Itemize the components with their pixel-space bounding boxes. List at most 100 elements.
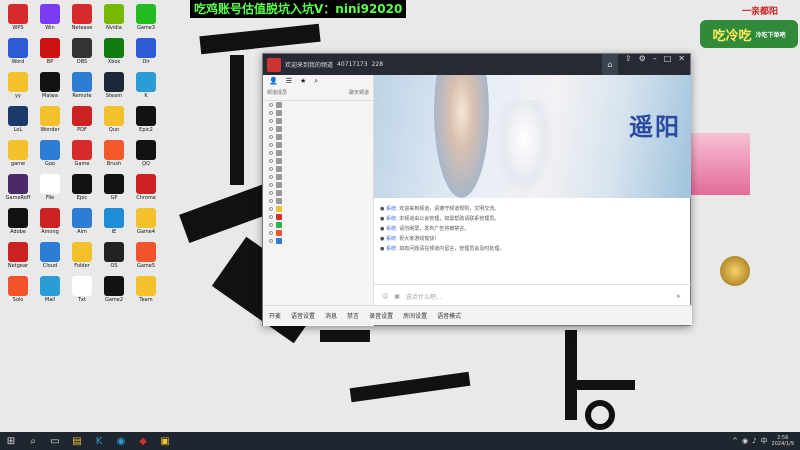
desktop-icon[interactable]: Goo: [34, 140, 66, 167]
desktop-icon[interactable]: OS: [98, 242, 130, 269]
send-icon[interactable]: ➤: [676, 293, 691, 300]
member-row[interactable]: [263, 181, 373, 189]
message-sender[interactable]: 系统:: [386, 206, 398, 212]
member-row[interactable]: [263, 149, 373, 157]
statusbar-item[interactable]: 语音模式: [437, 311, 461, 320]
desktop-icon[interactable]: Wonder: [34, 106, 66, 133]
desktop-icon[interactable]: Adobe: [2, 208, 34, 235]
desktop-icon[interactable]: Nvidia: [98, 4, 130, 31]
desktop-icon[interactable]: Game5: [130, 242, 162, 269]
member-row[interactable]: [263, 133, 373, 141]
desktop-icon[interactable]: LoL: [2, 106, 34, 133]
desktop-icon[interactable]: Solo: [2, 276, 34, 303]
search-icon[interactable]: ⌕: [24, 434, 42, 448]
member-row[interactable]: [263, 101, 373, 109]
minimize-button[interactable]: –: [653, 54, 657, 75]
desktop-icon[interactable]: Brush: [98, 140, 130, 167]
desktop-icon[interactable]: Game2: [98, 276, 130, 303]
desktop-icon[interactable]: Dir: [130, 38, 162, 65]
statusbar-item[interactable]: 录音设置: [369, 311, 393, 320]
desktop-icon[interactable]: Mail: [34, 276, 66, 303]
settings-button[interactable]: ⚙: [639, 54, 646, 75]
share-button[interactable]: ⇪: [625, 54, 632, 75]
statusbar-item[interactable]: 消息: [325, 311, 337, 320]
message-sender[interactable]: 系统:: [386, 216, 398, 222]
member-row[interactable]: [263, 229, 373, 237]
member-row[interactable]: [263, 125, 373, 133]
network-icon[interactable]: ◉: [742, 437, 748, 445]
statusbar-item[interactable]: 禁言: [347, 311, 359, 320]
maximize-button[interactable]: □: [664, 54, 672, 75]
desktop-icon[interactable]: Epic: [66, 174, 98, 201]
desktop-icon[interactable]: game: [2, 140, 34, 167]
home-button[interactable]: ⌂: [601, 54, 618, 75]
member-row[interactable]: [263, 117, 373, 125]
app-red-icon[interactable]: ◆: [134, 434, 152, 448]
member-row[interactable]: [263, 213, 373, 221]
emoji-icon[interactable]: ☺: [382, 293, 388, 300]
desktop-icon[interactable]: IE: [98, 208, 130, 235]
desktop-icon[interactable]: BP: [34, 38, 66, 65]
message-sender[interactable]: 系统:: [386, 236, 398, 242]
desktop-icon[interactable]: Xbox: [98, 38, 130, 65]
desktop-icon[interactable]: GameRoff: [2, 174, 34, 201]
desktop-icon[interactable]: GP: [98, 174, 130, 201]
chat-icon[interactable]: ☰: [286, 77, 292, 87]
desktop-icon[interactable]: Chrome: [130, 174, 162, 201]
app-bili-icon[interactable]: ▣: [156, 434, 174, 448]
desktop-icon[interactable]: Game: [66, 140, 98, 167]
member-row[interactable]: [263, 173, 373, 181]
desktop-icon[interactable]: WPS: [2, 4, 34, 31]
image-icon[interactable]: ▣: [394, 293, 400, 300]
desktop-icon[interactable]: OBS: [66, 38, 98, 65]
compose-input[interactable]: 说点什么吧...: [406, 292, 442, 301]
desktop-icon[interactable]: Qun: [98, 106, 130, 133]
member-row[interactable]: [263, 197, 373, 205]
statusbar-item[interactable]: 开麦: [269, 311, 281, 320]
member-row[interactable]: [263, 141, 373, 149]
star-icon[interactable]: ★: [300, 77, 306, 87]
user-icon[interactable]: 👤: [269, 77, 278, 87]
desktop-icon[interactable]: PDF: [66, 106, 98, 133]
app-k-icon[interactable]: K: [90, 434, 108, 448]
close-button[interactable]: ✕: [678, 54, 685, 75]
statusbar-item[interactable]: 房间设置: [403, 311, 427, 320]
member-row[interactable]: [263, 205, 373, 213]
desktop-icon[interactable]: File: [34, 174, 66, 201]
task-view-icon[interactable]: ▭: [46, 434, 64, 448]
explorer-icon[interactable]: ▤: [68, 434, 86, 448]
desktop-icon[interactable]: Malwa: [34, 72, 66, 99]
desktop-icon[interactable]: K: [130, 72, 162, 99]
desktop-icon[interactable]: Game4: [130, 208, 162, 235]
desktop-icon[interactable]: Netgear: [2, 242, 34, 269]
desktop-icon[interactable]: Epic2: [130, 106, 162, 133]
desktop-icon[interactable]: Team: [130, 276, 162, 303]
desktop-icon[interactable]: Aim: [66, 208, 98, 235]
desktop-icon[interactable]: Txt: [66, 276, 98, 303]
desktop-icon[interactable]: Folder: [66, 242, 98, 269]
ime-icon[interactable]: 中: [761, 436, 768, 446]
tray-arrow-icon[interactable]: ^: [732, 437, 738, 445]
desktop-icon[interactable]: Remote: [66, 72, 98, 99]
clock[interactable]: 2:56 2024/1/9: [772, 435, 794, 447]
desktop-icon[interactable]: Netease: [66, 4, 98, 31]
desktop-icon[interactable]: Cloud: [34, 242, 66, 269]
desktop-icon[interactable]: Word: [2, 38, 34, 65]
window-titlebar[interactable]: 欢迎来到我的频道 40717173 228 ⌂ ⇪ ⚙ – □ ✕: [263, 54, 690, 75]
member-row[interactable]: [263, 189, 373, 197]
start-icon[interactable]: ⊞: [2, 434, 20, 448]
desktop-icon[interactable]: Steam: [98, 72, 130, 99]
desktop-icon[interactable]: yy: [2, 72, 34, 99]
statusbar-item[interactable]: 语音设置: [291, 311, 315, 320]
desktop-icon[interactable]: Among: [34, 208, 66, 235]
search-icon[interactable]: ⌕: [314, 77, 318, 87]
member-row[interactable]: [263, 165, 373, 173]
voice-chat-window[interactable]: 欢迎来到我的频道 40717173 228 ⌂ ⇪ ⚙ – □ ✕ 👤 ☰ ★ …: [262, 53, 692, 326]
message-sender[interactable]: 系统:: [386, 246, 398, 252]
member-row[interactable]: [263, 109, 373, 117]
member-row[interactable]: [263, 237, 373, 245]
member-row[interactable]: [263, 221, 373, 229]
message-sender[interactable]: 系统:: [386, 226, 398, 232]
member-row[interactable]: [263, 157, 373, 165]
desktop-icon[interactable]: Game3: [130, 4, 162, 31]
